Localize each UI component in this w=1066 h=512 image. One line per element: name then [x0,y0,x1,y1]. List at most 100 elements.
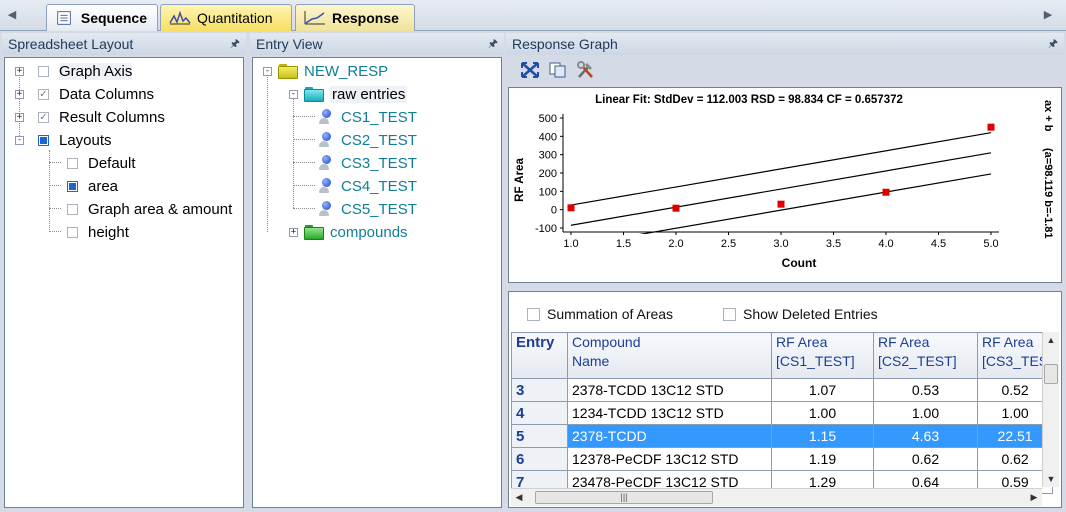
scroll-up-icon[interactable]: ▲ [1043,332,1059,348]
checkbox[interactable] [527,307,540,321]
fit-to-window-icon[interactable] [520,61,540,79]
table-row[interactable]: 3 2378-TCDD 13C12 STD 1.07 0.53 0.52 [511,378,1054,402]
tree-item-entry[interactable]: CS4_TEST [313,175,417,197]
y-tick-label: 100 [539,186,557,198]
checkbox[interactable] [67,226,78,238]
table-row-selected[interactable]: 5 2378-TCDD 1.15 4.63 22.51 [511,424,1054,448]
scroll-tabs-left-icon[interactable]: ◀ [4,6,20,24]
rf-area-cs1-cell[interactable]: 1.19 [771,447,874,471]
rf-area-cs2-cell[interactable]: 0.53 [873,378,978,402]
pin-icon[interactable]: 🖈︎ [230,35,240,54]
user-icon [317,177,335,195]
rf-area-cs1-cell[interactable]: 1.00 [771,401,874,425]
expand-icon[interactable]: + [15,66,24,76]
tab-quantitation[interactable]: Quantitation [160,4,292,31]
entry-view-panel: Entry View 🖈︎ - NEW_RESP - raw entries C… [250,33,504,508]
column-header-rf-area-cs1[interactable]: RF Area [CS1_TEST] [771,332,874,379]
tree-item-area[interactable]: area [67,175,118,197]
scroll-thumb[interactable]: ||| [535,491,713,504]
tree-item-label: Layouts [59,131,112,149]
summation-of-areas-option[interactable]: Summation of Areas [527,306,673,322]
fit-line-upper [570,132,992,206]
rf-area-cs1-cell[interactable]: 1.15 [771,424,874,448]
compound-name-cell[interactable]: 1234-TCDD 13C12 STD [567,401,772,425]
checkbox[interactable] [38,65,49,77]
fit-line-fit [570,152,992,226]
rf-area-cs2-cell[interactable]: 4.63 [873,424,978,448]
collapse-icon[interactable]: - [263,66,272,76]
tree-item-graph-axis[interactable]: + Graph Axis [15,60,133,82]
tree-item-entry[interactable]: CS3_TEST [313,152,417,174]
checkbox-checked[interactable]: ✓ [38,111,49,123]
column-header-rf-area-cs2[interactable]: RF Area [CS2_TEST] [873,332,978,379]
show-deleted-entries-option[interactable]: Show Deleted Entries [723,306,878,322]
tree-item-default[interactable]: Default [67,152,136,174]
vertical-scrollbar[interactable]: ▲ ▼ [1042,332,1059,487]
tree-item-graph-area-amount[interactable]: Graph area & amount [67,198,232,220]
y-tick-label: -100 [535,223,557,235]
compound-name-cell[interactable]: 12378-PeCDF 13C12 STD [567,447,772,471]
pin-icon[interactable]: 🖈︎ [1048,35,1058,54]
checkbox[interactable] [67,203,78,215]
x-tick-label: 2.5 [721,238,736,250]
entry-cell: 4 [511,401,568,425]
tree-item-entry[interactable]: CS2_TEST [313,129,417,151]
tree-item-data-columns[interactable]: + ✓ Data Columns [15,83,154,105]
tree-item-label: NEW_RESP [304,62,389,80]
entry-cell: 3 [511,378,568,402]
column-header-entry[interactable]: Entry [511,332,568,379]
data-point [882,188,890,196]
tree-item-new-resp[interactable]: - NEW_RESP [263,60,388,82]
compound-name-cell[interactable]: 2378-TCDD [567,424,772,448]
x-tick-label: 3.5 [826,238,841,250]
tab-sequence[interactable]: Sequence [46,4,158,31]
horizontal-scrollbar[interactable]: ◀ ||| ▶ [511,488,1042,506]
tab-label: Sequence [80,10,147,26]
collapse-icon[interactable]: - [15,135,24,145]
tree-item-height[interactable]: height [67,221,129,243]
table-row[interactable]: 4 1234-TCDD 13C12 STD 1.00 1.00 1.00 [511,401,1054,425]
rf-area-cs2-cell[interactable]: 1.00 [873,401,978,425]
scroll-tabs-right-icon[interactable]: ▶ [1040,6,1056,24]
tree-item-entry[interactable]: CS1_TEST [313,106,417,128]
y-tick-label: 400 [539,131,557,143]
fit-lines [570,132,992,234]
expand-icon[interactable]: + [15,112,24,122]
checkbox[interactable] [67,157,78,169]
tree-item-layouts[interactable]: - Layouts [15,129,112,151]
scroll-thumb[interactable] [1044,364,1058,384]
checkbox[interactable] [723,307,736,321]
rf-area-cs1-cell[interactable]: 1.07 [771,378,874,402]
folder-icon [304,224,324,240]
column-header-compound-name[interactable]: Compound Name [567,332,772,379]
expand-icon[interactable]: + [289,227,298,237]
table-row[interactable]: 6 12378-PeCDF 13C12 STD 1.19 0.62 0.62 [511,447,1054,471]
tools-icon[interactable] [576,61,596,79]
checkbox-checked[interactable]: ✓ [38,88,49,100]
tree-item-entry[interactable]: CS5_TEST [313,198,417,220]
compound-name-cell[interactable]: 2378-TCDD 13C12 STD [567,378,772,402]
scroll-right-icon[interactable]: ▶ [1026,489,1042,506]
x-tick-label: 4.5 [931,238,946,250]
results-table: Entry Compound Name RF Area [CS1_TEST] R… [511,332,1054,494]
data-grid-container: Summation of Areas Show Deleted Entries … [508,291,1062,508]
pin-icon[interactable]: 🖈︎ [488,35,498,54]
checkbox-filled[interactable] [38,134,49,146]
x-tick-label: 1.5 [616,238,631,250]
tree-item-compounds[interactable]: + compounds [289,221,408,243]
scroll-down-icon[interactable]: ▼ [1043,471,1059,487]
tree-item-raw-entries[interactable]: - raw entries [289,83,408,105]
expand-icon[interactable]: + [15,89,24,99]
rf-area-cs2-cell[interactable]: 0.62 [873,447,978,471]
copy-icon[interactable] [548,61,568,79]
fit-line-lower [638,173,992,234]
entry-cell: 6 [511,447,568,471]
tree-item-result-columns[interactable]: + ✓ Result Columns [15,106,165,128]
collapse-icon[interactable]: - [289,89,298,99]
coefficients-label: (a=98.119 b=-1.81 [1042,148,1054,239]
table-header-row: Entry Compound Name RF Area [CS1_TEST] R… [511,332,1054,379]
checkbox-filled[interactable] [67,180,78,192]
scroll-left-icon[interactable]: ◀ [511,489,527,506]
tree-item-label: Data Columns [59,85,155,103]
tab-response[interactable]: Response [295,4,415,31]
